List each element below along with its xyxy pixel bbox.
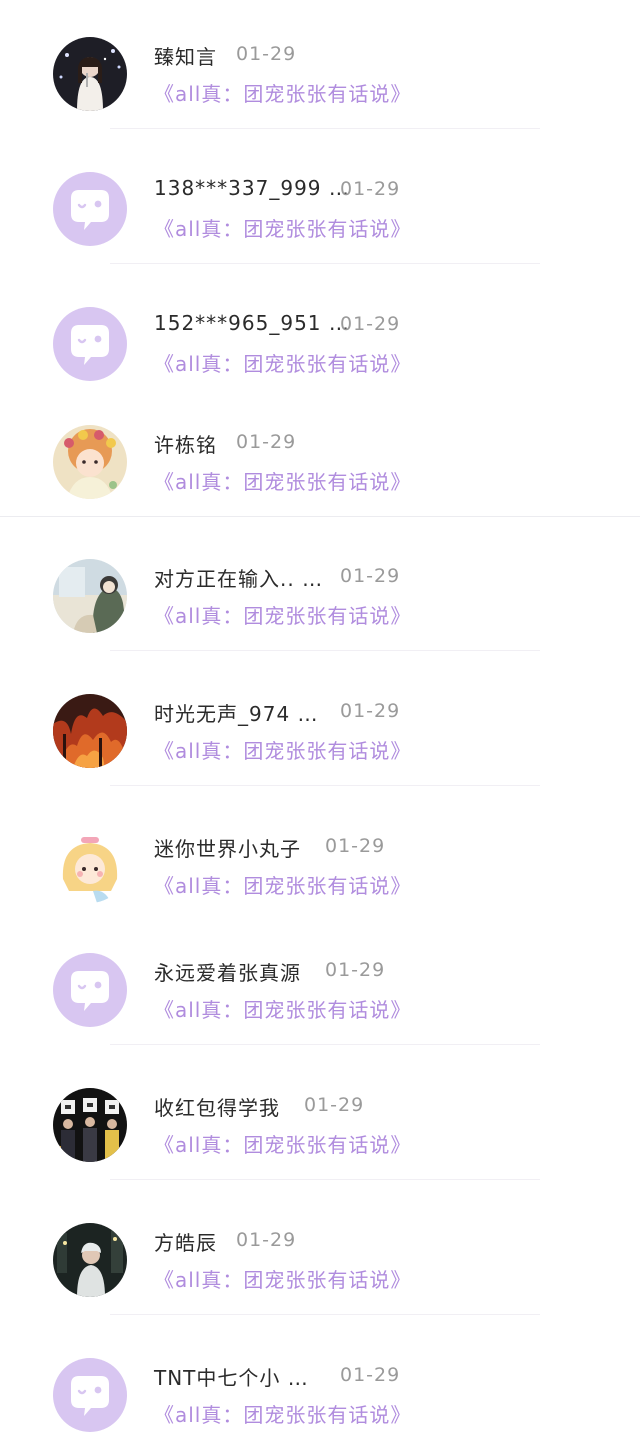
contact-name: 对方正在输入.. … bbox=[154, 567, 324, 591]
default-chat-bubble-icon[interactable] bbox=[53, 172, 127, 246]
illustration-avatar[interactable] bbox=[53, 559, 127, 633]
list-item[interactable]: 对方正在输入.. … 01-29 《all真：团宠张张有话说》 bbox=[0, 547, 640, 651]
message-preview: 《all真：团宠张张有话说》 bbox=[154, 352, 412, 376]
list-item[interactable]: TNT中七个小 … 01-29 《all真：团宠张张有话说》 bbox=[0, 1346, 640, 1446]
contact-name: 永远爱着张真源 bbox=[154, 961, 301, 985]
message-date: 01-29 bbox=[325, 835, 386, 857]
contact-name: 许栋铭 bbox=[154, 433, 217, 457]
default-chat-bubble-icon[interactable] bbox=[53, 307, 127, 381]
list-item[interactable]: 许栋铭 01-29 《all真：团宠张张有话说》 bbox=[0, 413, 640, 517]
list-item[interactable]: 收红包得学我 01-29 《all真：团宠张张有话说》 bbox=[0, 1076, 640, 1180]
section-divider bbox=[0, 516, 640, 517]
contact-name: 臻知言 bbox=[154, 45, 217, 69]
message-date: 01-29 bbox=[340, 313, 401, 335]
contact-name: 方皓辰 bbox=[154, 1231, 217, 1255]
message-date: 01-29 bbox=[236, 1229, 297, 1251]
message-date: 01-29 bbox=[340, 1364, 401, 1386]
chat-list: 臻知言 01-29 《all真：团宠张张有话说》 138***337_999 …… bbox=[0, 0, 640, 1447]
message-preview: 《all真：团宠张张有话说》 bbox=[154, 1403, 412, 1427]
contact-name: TNT中七个小 … bbox=[154, 1366, 309, 1390]
default-chat-bubble-icon[interactable] bbox=[53, 1358, 127, 1432]
photo-street-avatar[interactable] bbox=[53, 1223, 127, 1297]
list-item[interactable]: 152***965_951 … 01-29 《all真：团宠张张有话说》 bbox=[0, 295, 640, 395]
row-divider bbox=[110, 650, 540, 651]
message-preview: 《all真：团宠张张有话说》 bbox=[154, 604, 412, 628]
message-preview: 《all真：团宠张张有话说》 bbox=[154, 1268, 412, 1292]
list-item[interactable]: 时光无声_974 … 01-29 《all真：团宠张张有话说》 bbox=[0, 682, 640, 786]
message-preview: 《all真：团宠张张有话说》 bbox=[154, 470, 412, 494]
message-date: 01-29 bbox=[304, 1094, 365, 1116]
message-date: 01-29 bbox=[340, 565, 401, 587]
contact-name: 迷你世界小丸子 bbox=[154, 837, 301, 861]
message-date: 01-29 bbox=[325, 959, 386, 981]
list-item[interactable]: 迷你世界小丸子 01-29 《all真：团宠张张有话说》 bbox=[0, 817, 640, 917]
message-date: 01-29 bbox=[236, 43, 297, 65]
message-date: 01-29 bbox=[236, 431, 297, 453]
cartoon-girl-avatar[interactable] bbox=[53, 425, 127, 499]
row-divider bbox=[110, 1179, 540, 1180]
contact-name: 152***965_951 … bbox=[154, 311, 350, 335]
contact-name: 时光无声_974 … bbox=[154, 702, 319, 726]
row-divider bbox=[110, 785, 540, 786]
message-preview: 《all真：团宠张张有话说》 bbox=[154, 998, 412, 1022]
message-preview: 《all真：团宠张张有话说》 bbox=[154, 874, 412, 898]
row-divider bbox=[110, 263, 540, 264]
contact-name: 138***337_999 … bbox=[154, 176, 350, 200]
photo-woman-avatar[interactable] bbox=[53, 37, 127, 111]
message-preview: 《all真：团宠张张有话说》 bbox=[154, 739, 412, 763]
message-preview: 《all真：团宠张张有话说》 bbox=[154, 1133, 412, 1157]
row-divider bbox=[110, 1314, 540, 1315]
message-preview: 《all真：团宠张张有话说》 bbox=[154, 217, 412, 241]
photo-group-avatar[interactable] bbox=[53, 1088, 127, 1162]
message-date: 01-29 bbox=[340, 700, 401, 722]
row-divider bbox=[110, 128, 540, 129]
message-date: 01-29 bbox=[340, 178, 401, 200]
list-item[interactable]: 臻知言 01-29 《all真：团宠张张有话说》 bbox=[0, 25, 640, 129]
cartoon-girl-avatar[interactable] bbox=[53, 829, 127, 903]
contact-name: 收红包得学我 bbox=[154, 1096, 280, 1120]
row-divider bbox=[110, 1044, 540, 1045]
list-item[interactable]: 138***337_999 … 01-29 《all真：团宠张张有话说》 bbox=[0, 160, 640, 264]
default-chat-bubble-icon[interactable] bbox=[53, 953, 127, 1027]
photo-fire-avatar[interactable] bbox=[53, 694, 127, 768]
list-item[interactable]: 方皓辰 01-29 《all真：团宠张张有话说》 bbox=[0, 1211, 640, 1315]
message-preview: 《all真：团宠张张有话说》 bbox=[154, 82, 412, 106]
list-item[interactable]: 永远爱着张真源 01-29 《all真：团宠张张有话说》 bbox=[0, 941, 640, 1045]
